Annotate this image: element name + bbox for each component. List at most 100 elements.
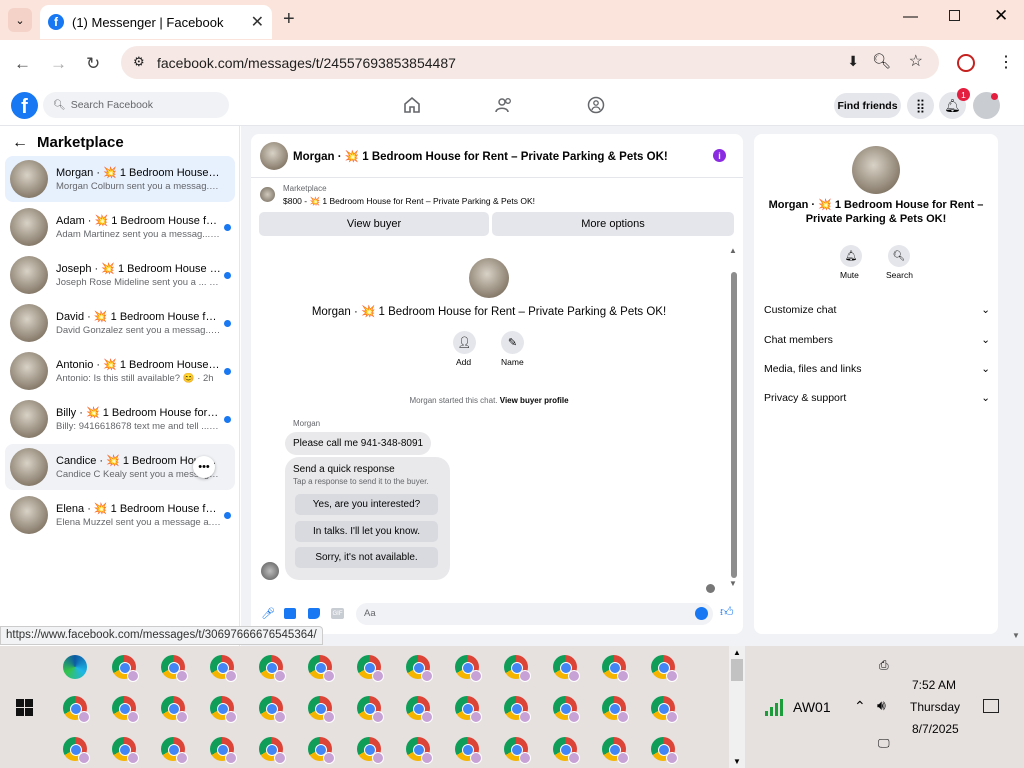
chrome-window-icon[interactable] [259, 655, 286, 682]
chrome-window-icon[interactable] [553, 737, 580, 764]
conversation-info-icon[interactable]: i [713, 149, 726, 162]
chrome-window-icon[interactable] [112, 655, 139, 682]
chrome-window-icon[interactable] [161, 655, 188, 682]
chrome-window-icon[interactable] [63, 737, 90, 764]
chrome-window-icon[interactable] [553, 655, 580, 682]
chrome-window-icon[interactable] [210, 696, 237, 723]
friends-icon[interactable] [495, 96, 513, 114]
conversation-billy[interactable]: Billy · 💥 1 Bedroom House for R... Billy:… [5, 396, 235, 442]
view-buyer-button[interactable]: View buyer [259, 212, 489, 236]
tab-list-dropdown-icon[interactable]: ⌄ [8, 8, 32, 32]
menu-grid-icon[interactable]: ⣿ [907, 92, 934, 119]
address-bar[interactable]: ⚙ facebook.com/messages/t/24557693853854… [121, 46, 939, 79]
chrome-window-icon[interactable] [455, 737, 482, 764]
chrome-window-icon[interactable] [357, 655, 384, 682]
zoom-icon[interactable]: 🔍︎ [872, 52, 891, 70]
chrome-window-icon[interactable] [161, 737, 188, 764]
minimize-button[interactable]: — [903, 8, 918, 25]
chrome-window-icon[interactable] [308, 737, 335, 764]
scroll-up-arrow[interactable]: ▲ [729, 246, 737, 255]
edit-name-icon[interactable]: ✎ [501, 331, 524, 354]
chrome-window-icon[interactable] [406, 655, 433, 682]
quick-reply-in-talks[interactable]: In talks. I'll let you know. [295, 521, 438, 542]
chat-scrollbar[interactable] [731, 272, 737, 578]
chrome-window-icon[interactable] [357, 737, 384, 764]
add-person-icon[interactable]: 👤︎ [453, 331, 476, 354]
page-scroll-down-arrow[interactable]: ▼ [1012, 631, 1020, 640]
quick-reply-not-available[interactable]: Sorry, it's not available. [295, 547, 438, 568]
home-icon[interactable] [403, 96, 421, 114]
chrome-window-icon[interactable] [357, 696, 384, 723]
chrome-window-icon[interactable] [259, 737, 286, 764]
chrome-window-icon[interactable] [112, 737, 139, 764]
start-windows-icon[interactable] [16, 699, 33, 716]
chat-title[interactable]: Morgan · 💥 1 Bedroom House for Rent – Pr… [293, 149, 668, 163]
chrome-window-icon[interactable] [504, 655, 531, 682]
back-icon[interactable]: ← [14, 54, 31, 74]
conversation-adam[interactable]: Adam · 💥 1 Bedroom House for ... Adam Mar… [5, 204, 235, 250]
new-tab-button[interactable]: + [283, 8, 295, 31]
chrome-window-icon[interactable] [308, 655, 335, 682]
thumbs-up-icon[interactable]: 👍︎ [720, 604, 734, 620]
bookmark-star-icon[interactable]: ☆ [909, 51, 923, 71]
reload-icon[interactable]: ↻ [86, 54, 100, 74]
profile-icon[interactable] [957, 54, 975, 72]
chrome-window-icon[interactable] [651, 696, 678, 723]
chrome-window-icon[interactable] [210, 655, 237, 682]
conversation-elena[interactable]: Elena · 💥 1 Bedroom House for ... Elena M… [5, 492, 235, 538]
mute-bell-icon[interactable]: 🔔︎ [840, 245, 862, 267]
chrome-window-icon[interactable] [63, 696, 90, 723]
clock-time[interactable]: 7:52 AM [912, 678, 956, 692]
chrome-window-icon[interactable] [602, 696, 629, 723]
chrome-window-icon[interactable] [602, 655, 629, 682]
conversation-antonio[interactable]: Antonio · 💥 1 Bedroom House f... Antonio:… [5, 348, 235, 394]
chrome-window-icon[interactable] [406, 696, 433, 723]
back-arrow-icon[interactable]: ← [12, 134, 28, 152]
quick-reply-yes[interactable]: Yes, are you interested? [295, 494, 438, 515]
chrome-window-icon[interactable] [455, 655, 482, 682]
display-icon[interactable]: 🖵︎ [878, 736, 890, 751]
chat-members-row[interactable]: Chat members ⌄ [764, 334, 990, 346]
network-signal-icon[interactable] [763, 696, 785, 718]
maximize-button[interactable] [949, 10, 960, 21]
info-avatar[interactable] [852, 146, 900, 194]
clock-date[interactable]: 8/7/2025 [912, 722, 959, 736]
chrome-window-icon[interactable] [504, 737, 531, 764]
chrome-window-icon[interactable] [210, 737, 237, 764]
customize-chat-row[interactable]: Customize chat ⌄ [764, 304, 990, 316]
clock-day[interactable]: Thursday [910, 700, 960, 714]
chrome-window-icon[interactable] [651, 655, 678, 682]
privacy-support-row[interactable]: Privacy & support ⌄ [764, 392, 990, 404]
chrome-window-icon[interactable] [455, 696, 482, 723]
conversation-morgan[interactable]: Morgan · 💥 1 Bedroom House for... Morgan … [5, 156, 235, 202]
sticker-icon[interactable] [308, 608, 320, 619]
find-friends-button[interactable]: Find friends [834, 93, 901, 118]
chat-avatar[interactable] [260, 142, 288, 170]
taskbar-scrollbar[interactable]: ▲ ▼ [729, 646, 745, 768]
view-buyer-profile-link[interactable]: View buyer profile [500, 396, 569, 405]
chrome-window-icon[interactable] [553, 696, 580, 723]
search-facebook-input[interactable]: 🔍︎ Search Facebook [43, 92, 229, 118]
network-name[interactable]: AW01 [793, 699, 831, 715]
gallery-icon[interactable] [284, 608, 296, 619]
message-bubble[interactable]: Please call me 941-348-8091 [285, 432, 432, 455]
notification-center-icon[interactable] [983, 699, 999, 713]
profile-avatar[interactable] [469, 258, 509, 298]
conversation-joseph[interactable]: Joseph · 💥 1 Bedroom House fo... Joseph R… [5, 252, 235, 298]
meet-now-icon[interactable]: ⎙ [879, 658, 889, 673]
chrome-window-icon[interactable] [161, 696, 188, 723]
chrome-window-icon[interactable] [406, 737, 433, 764]
scroll-down-arrow[interactable]: ▼ [729, 579, 737, 588]
volume-icon[interactable]: 🔊︎ [877, 697, 886, 714]
chrome-window-icon[interactable] [308, 696, 335, 723]
conversation-options-icon[interactable]: ••• [193, 456, 215, 478]
listing-thumbnail[interactable] [260, 187, 275, 202]
groups-icon[interactable] [587, 96, 605, 114]
forward-icon[interactable]: → [50, 54, 67, 74]
gif-icon[interactable]: GIF [331, 608, 344, 619]
close-tab-icon[interactable]: ✕ [251, 12, 264, 32]
close-window-button[interactable]: ✕ [994, 6, 1008, 26]
emoji-icon[interactable] [695, 607, 708, 620]
chrome-window-icon[interactable] [651, 737, 678, 764]
browser-tab[interactable]: f (1) Messenger | Facebook ✕ [40, 5, 272, 39]
